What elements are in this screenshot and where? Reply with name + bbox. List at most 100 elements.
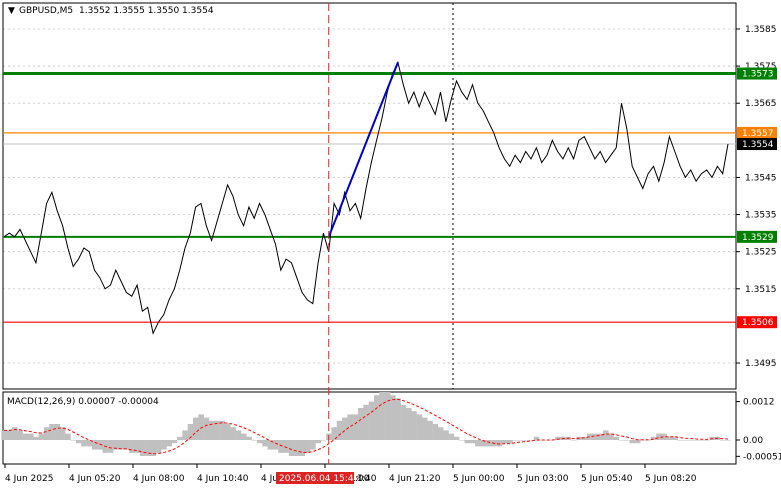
macd-histogram-bar [421, 417, 428, 440]
macd-histogram-bar [379, 392, 385, 440]
macd-histogram-bar [177, 436, 183, 440]
level-tag-label: 1.3557 [742, 129, 774, 139]
macd-histogram-bar [75, 440, 82, 444]
macd-histogram-bar [453, 436, 460, 440]
macd-histogram-bar [602, 430, 609, 440]
macd-histogram-bar [6, 430, 13, 440]
price-tick-label: 1.3535 [745, 211, 777, 221]
macd-histogram-bar [352, 414, 359, 440]
macd-histogram-bar [469, 440, 476, 444]
macd-histogram-bar [725, 440, 731, 441]
level-tag-label: 1.3573 [742, 70, 774, 80]
macd-histogram-bar [427, 420, 433, 440]
macd-histogram-bar [43, 427, 50, 440]
macd-histogram-bar [368, 401, 375, 440]
time-tick-label: 5 Jun 05:40 [581, 474, 633, 484]
macd-histogram-bar [666, 436, 673, 440]
macd-histogram-bar [107, 440, 114, 453]
macd-histogram-bar [512, 440, 519, 441]
macd-histogram-bar [299, 440, 306, 456]
macd-histogram-bar [219, 420, 226, 440]
macd-histogram-bar [161, 440, 167, 450]
macd-histogram-bar [251, 440, 258, 441]
macd-histogram-bar [272, 440, 279, 450]
macd-histogram-bar [17, 430, 23, 440]
macd-histogram-bar [203, 417, 210, 440]
macd-histogram-bar [389, 395, 396, 440]
macd-histogram-bar [262, 440, 268, 447]
macd-histogram-bar [240, 433, 247, 440]
macd-title: MACD(12,26,9) 0.00007 -0.00004 [7, 397, 159, 407]
macd-histogram-bar [129, 440, 135, 453]
time-tick-label: 4 Jun 21:20 [389, 474, 441, 484]
time-tick-label: 5 Jun 00:00 [453, 474, 505, 484]
macd-histogram-bar [65, 433, 71, 440]
time-tick-label: 4 Jun 2025 [5, 474, 53, 484]
time-tick-label: 4 Jun 08:00 [133, 474, 185, 484]
macd-histogram-bar [437, 427, 444, 440]
macd-histogram-bar [496, 440, 503, 447]
macd-histogram-bar [475, 440, 481, 447]
partial-time-tick: :00 [355, 474, 370, 484]
macd-histogram-bar [464, 440, 471, 444]
macd-histogram-bar [592, 433, 598, 440]
price-tick-label: 1.3495 [745, 359, 777, 369]
level-tag-label: 1.3529 [742, 233, 774, 243]
cursor-time-label: 2025.06.04 15:40 [279, 474, 360, 484]
macd-histogram-bar [304, 440, 311, 453]
macd-histogram-bar [416, 414, 423, 440]
header-arrow-icon[interactable]: ▼ [8, 6, 15, 16]
macd-histogram-bar [613, 436, 620, 440]
price-chart[interactable]: 1.35851.35751.35651.35451.35351.35251.35… [0, 0, 781, 489]
ohlc-values: 1.3552 1.3555 1.3550 1.3554 [79, 6, 214, 16]
macd-histogram-bar [507, 440, 513, 444]
macd-histogram-bar [336, 420, 343, 440]
macd-histogram-bar [123, 440, 130, 450]
macd-histogram-bar [347, 414, 353, 440]
macd-histogram-bar [155, 440, 162, 453]
macd-histogram-bar [256, 440, 263, 444]
macd-histogram-bar [1, 430, 7, 440]
macd-histogram-bar [698, 440, 705, 441]
macd-histogram-bar [230, 427, 236, 440]
macd-histogram-bar [443, 430, 449, 440]
macd-histogram-bar [624, 440, 630, 441]
macd-tick-label: 0.0012 [743, 398, 775, 408]
macd-histogram-bar [283, 440, 290, 453]
macd-histogram-bar [384, 392, 391, 440]
macd-histogram-bar [315, 440, 322, 444]
macd-histogram-bar [193, 417, 199, 440]
macd-histogram-bar [166, 440, 172, 447]
macd-histogram-bar [363, 404, 369, 440]
symbol-timeframe: GBPUSD,M5 [19, 6, 73, 16]
macd-histogram-bar [38, 433, 45, 440]
macd-histogram-bar [235, 430, 242, 440]
price-tick-label: 1.3525 [745, 248, 777, 258]
macd-histogram-bar [523, 440, 529, 441]
time-tick-label: 5 Jun 08:20 [645, 474, 697, 484]
macd-histogram-bar [208, 420, 215, 440]
macd-histogram-bar [33, 436, 39, 440]
macd-histogram-bar [448, 433, 455, 440]
macd-histogram-bar [320, 440, 327, 441]
macd-histogram-bar [485, 440, 492, 447]
current-price-label: 1.3554 [742, 140, 774, 150]
macd-histogram-bar [629, 440, 636, 444]
time-tick-label: 4 Jun 10:40 [197, 474, 249, 484]
macd-histogram-bar [182, 430, 188, 440]
macd-histogram-bar [139, 440, 146, 456]
macd-histogram-bar [246, 436, 252, 440]
macd-histogram-bar [693, 440, 700, 441]
macd-histogram-bar [171, 440, 178, 444]
macd-histogram-bar [677, 440, 684, 441]
time-tick-label: 4 Jun 05:20 [69, 474, 121, 484]
macd-histogram-bar [288, 440, 295, 456]
macd-histogram-bar [358, 408, 364, 440]
macd-histogram-bar [49, 424, 55, 440]
macd-histogram-bar [81, 440, 87, 447]
price-tick-label: 1.3565 [745, 99, 777, 109]
macd-histogram-bar [395, 398, 401, 440]
macd-histogram-bar [618, 440, 625, 441]
macd-histogram-bar [688, 440, 694, 441]
macd-histogram-bar [54, 424, 61, 440]
